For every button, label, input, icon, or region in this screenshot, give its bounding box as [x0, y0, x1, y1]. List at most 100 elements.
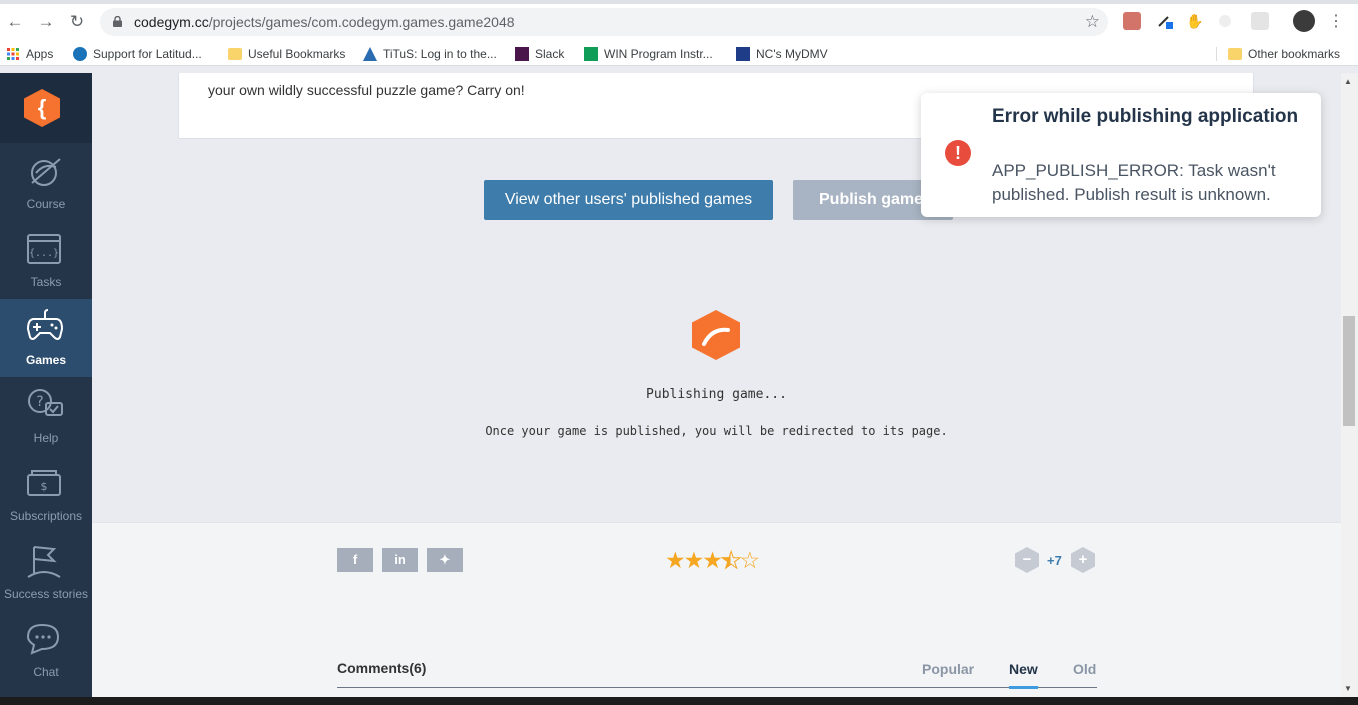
circle-extension-icon[interactable] — [1219, 15, 1231, 27]
bookmark-win[interactable]: WIN Program Instr... — [584, 45, 713, 63]
reload-icon[interactable]: ↻ — [67, 12, 87, 32]
url-path: /projects/games/com.codegym.games.game20… — [208, 14, 515, 30]
folder-icon — [1228, 48, 1242, 60]
toast-message: APP_PUBLISH_ERROR: Task wasn't published… — [992, 161, 1276, 204]
titus-icon — [363, 47, 377, 61]
logo-area[interactable]: { — [0, 73, 92, 143]
bookmark-label: Slack — [535, 47, 565, 61]
star-filled-icon[interactable]: ★ — [665, 547, 686, 573]
comments-title: Comments(6) — [337, 660, 427, 676]
profile-avatar[interactable] — [1293, 10, 1315, 32]
sidebar-item-success-stories[interactable]: Success stories — [0, 533, 92, 611]
sidebar-item-label: Help — [33, 431, 59, 445]
error-icon: ! — [945, 140, 971, 166]
downvote-icon[interactable]: − — [1015, 547, 1039, 573]
star-empty-icon[interactable]: ☆ — [740, 547, 761, 573]
sort-popular-tab[interactable]: Popular — [922, 661, 974, 677]
star-half-icon[interactable]: ★ — [720, 547, 742, 574]
bookmark-star-icon[interactable]: ☆ — [1085, 12, 1100, 32]
view-published-games-button[interactable]: View other users' published games — [484, 180, 773, 220]
help-icon: ? — [28, 389, 63, 416]
bookmark-titus[interactable]: TiTuS: Log in to the... — [363, 45, 497, 63]
sort-old-tab[interactable]: Old — [1073, 661, 1096, 677]
toast-title: Error while publishing application — [992, 106, 1299, 127]
publishing-subtitle: Once your game is published, you will be… — [485, 424, 948, 438]
rating-stars[interactable]: ★★★★☆ — [665, 547, 761, 574]
bookmark-label: NC's MyDMV — [756, 47, 828, 61]
flag-icon — [27, 546, 61, 578]
address-bar[interactable]: codegym.cc/projects/games/com.codegym.ga… — [100, 8, 1108, 36]
publishing-title: Publishing game... — [646, 387, 787, 402]
bookmarks-bar: Apps Support for Latitud... Useful Bookm… — [0, 42, 1358, 66]
lock-icon — [113, 16, 122, 27]
active-sort-indicator — [1009, 686, 1038, 689]
dell-icon — [73, 47, 87, 61]
star-filled-icon[interactable]: ★ — [684, 547, 705, 573]
sidebar-item-course[interactable]: Course — [0, 143, 92, 221]
grid-extension-icon[interactable] — [1251, 12, 1269, 30]
sidebar-item-chat[interactable]: Chat — [0, 611, 92, 689]
chat-icon — [26, 623, 60, 655]
sidebar-item-help[interactable]: ? Help — [0, 377, 92, 455]
bookmark-label: Other bookmarks — [1248, 47, 1341, 61]
tasks-icon: {...} — [27, 234, 61, 264]
sidebar-item-label: Chat — [33, 665, 59, 679]
codegym-logo: { — [24, 89, 60, 127]
bookmark-label: Apps — [26, 47, 54, 61]
vote-score: +7 — [1047, 553, 1062, 568]
hand-extension-icon[interactable]: ✋ — [1186, 12, 1204, 30]
sidebar-item-label: Success stories — [3, 587, 89, 601]
bookmark-useful[interactable]: Useful Bookmarks — [228, 45, 345, 63]
sidebar-item-subscriptions[interactable]: $ Subscriptions — [0, 455, 92, 533]
menu-dots-icon[interactable]: ⋮ — [1326, 12, 1346, 32]
pdf-extension-icon[interactable] — [1123, 12, 1141, 30]
publishing-logo-icon — [692, 310, 740, 360]
facebook-share-icon[interactable]: f — [337, 548, 373, 572]
slack-icon — [515, 47, 529, 61]
bookmarks-divider — [1216, 47, 1217, 61]
bookmark-label: WIN Program Instr... — [604, 47, 713, 61]
error-toast[interactable]: ! Error while publishing application APP… — [921, 93, 1321, 217]
bookmark-apps[interactable]: Apps — [6, 45, 53, 63]
sidebar-item-label: Course — [26, 197, 66, 211]
svg-text:?: ? — [36, 394, 43, 410]
bookmark-label: TiTuS: Log in to the... — [383, 47, 497, 61]
description-text: your own wildly successful puzzle game? … — [208, 82, 525, 98]
folder-icon — [228, 48, 242, 60]
linkedin-share-icon[interactable]: in — [382, 548, 418, 572]
course-icon — [31, 158, 61, 186]
sidebar: { Course {...} Tasks Games ? Help $ Subs… — [0, 73, 92, 705]
social-section: f in ✦ ★★★★☆ − +7 + Comments(6) Popular … — [92, 522, 1341, 705]
url-text: codegym.cc/projects/games/com.codegym.ga… — [134, 14, 515, 30]
tab-strip — [0, 0, 1358, 4]
os-taskbar — [0, 697, 1358, 705]
scroll-up-icon[interactable]: ▲ — [1344, 77, 1352, 86]
forward-icon[interactable]: → — [36, 12, 56, 32]
sheets-icon — [584, 47, 598, 61]
sidebar-item-label: Subscriptions — [9, 509, 83, 523]
svg-text:$: $ — [41, 480, 48, 493]
bookmark-support[interactable]: Support for Latitud... — [73, 45, 202, 63]
bookmark-mydmv[interactable]: NC's MyDMV — [736, 45, 828, 63]
upvote-icon[interactable]: + — [1071, 547, 1095, 573]
scroll-thumb[interactable] — [1343, 316, 1355, 426]
dmv-icon — [736, 47, 750, 61]
twitter-share-icon[interactable]: ✦ — [427, 548, 463, 572]
sidebar-item-games[interactable]: Games — [0, 299, 92, 377]
scroll-down-icon[interactable]: ▼ — [1344, 684, 1352, 693]
sort-new-tab[interactable]: New — [1009, 661, 1038, 677]
subscriptions-icon: $ — [27, 470, 61, 496]
sort-divider — [337, 687, 1097, 688]
bookmark-label: Useful Bookmarks — [248, 47, 346, 61]
sidebar-item-label: Games — [25, 353, 67, 367]
sidebar-item-label: Tasks — [30, 275, 62, 289]
back-icon[interactable]: ← — [5, 12, 25, 32]
pen-extension-icon[interactable] — [1156, 12, 1174, 30]
bookmark-other[interactable]: Other bookmarks — [1228, 45, 1340, 63]
gamepad-icon — [26, 309, 64, 340]
bookmark-label: Support for Latitud... — [93, 47, 202, 61]
bookmark-slack[interactable]: Slack — [515, 45, 564, 63]
sidebar-item-tasks[interactable]: {...} Tasks — [0, 221, 92, 299]
url-host: codegym.cc — [134, 14, 209, 30]
star-filled-icon[interactable]: ★ — [702, 547, 723, 573]
